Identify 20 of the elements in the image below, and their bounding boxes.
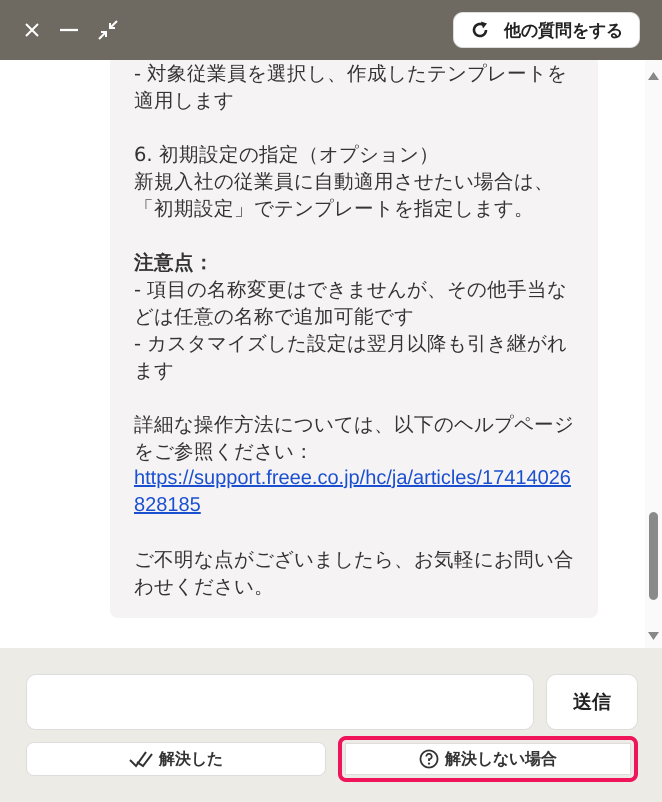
resolved-button[interactable]: 解決した bbox=[26, 742, 326, 776]
new-question-button[interactable]: 他の質問をする bbox=[453, 12, 640, 48]
unresolved-button[interactable]: 解決しない場合 bbox=[338, 736, 638, 782]
help-link[interactable]: https://support.freee.co.jp/hc/ja/articles/17414026828185 bbox=[134, 465, 574, 519]
message-text: - カスタマイズした設定は翌月以降も引き継がれます bbox=[134, 331, 568, 384]
message-text: - 対象従業員を選択し、作成したテンプレートを適用します bbox=[134, 61, 568, 114]
check-icon bbox=[129, 750, 153, 768]
message-text: 新規入社の従業員に自動適用させたい場合は、「初期設定」でテンプレートを指定します。 bbox=[134, 169, 555, 222]
message-input[interactable] bbox=[26, 674, 534, 730]
minimize-icon[interactable] bbox=[60, 28, 78, 32]
message-text: ご不明な点がございましたら、お気軽にお問い合わせください。 bbox=[134, 547, 574, 600]
close-icon[interactable] bbox=[24, 22, 40, 38]
message-text: 詳細な操作方法については、以下のヘルプページをご参照ください： bbox=[134, 412, 574, 465]
message-text: - 項目の名称変更はできませんが、その他手当などは任意の名称で追加可能です bbox=[134, 277, 568, 330]
send-button[interactable]: 送信 bbox=[546, 674, 638, 730]
section-heading: 注意点： bbox=[134, 250, 215, 276]
shrink-icon[interactable] bbox=[98, 20, 118, 40]
refresh-icon bbox=[470, 20, 490, 40]
help-icon bbox=[419, 749, 439, 769]
message-text: 6. 初期設定の指定（オプション） bbox=[134, 142, 440, 168]
